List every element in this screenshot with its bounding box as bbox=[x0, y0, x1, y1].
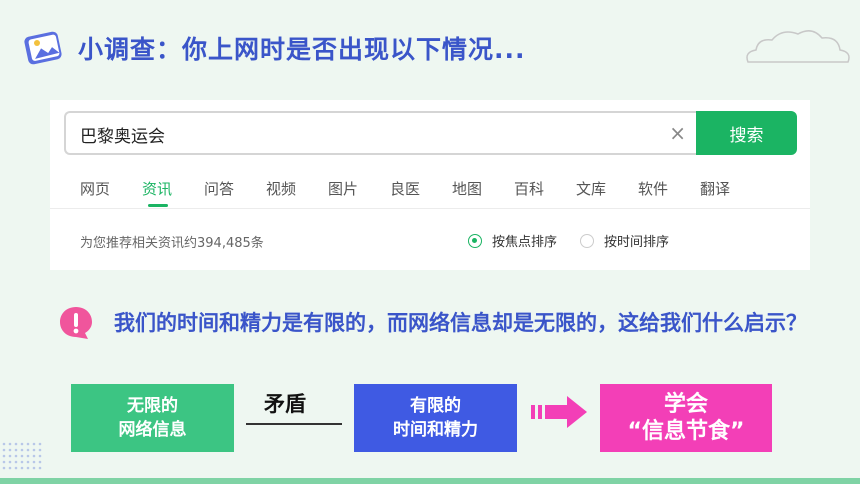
radio-checked-icon[interactable] bbox=[468, 233, 482, 248]
result-count: 为您推荐相关资讯约394,485条 bbox=[80, 236, 264, 251]
tab-video[interactable]: 视频 bbox=[266, 178, 296, 199]
active-tab-indicator bbox=[148, 204, 168, 207]
tab-news[interactable]: 资讯 bbox=[142, 178, 172, 199]
dot-grid-decoration bbox=[2, 442, 42, 470]
exclamation-icon bbox=[60, 307, 92, 339]
tab-library[interactable]: 文库 bbox=[576, 178, 606, 199]
sort-by-focus[interactable]: 按焦点排序 bbox=[468, 231, 557, 250]
learn-line2: “信息节食” bbox=[627, 419, 745, 444]
tab-web[interactable]: 网页 bbox=[80, 178, 110, 199]
sort-time-label: 按时间排序 bbox=[604, 235, 670, 250]
bottom-bar bbox=[0, 478, 860, 484]
unlimited-line2: 网络信息 bbox=[118, 420, 187, 440]
conflict-label: 矛盾 bbox=[264, 392, 306, 416]
search-box: × bbox=[64, 111, 698, 155]
limited-line1: 有限的 bbox=[410, 396, 461, 416]
photo-card-icon bbox=[24, 31, 62, 65]
question-text: 我们的时间和精力是有限的，而网络信息却是无限的，这给我们什么启示？ bbox=[114, 311, 807, 335]
sort-by-time[interactable]: 按时间排序 bbox=[580, 231, 669, 250]
tab-software[interactable]: 软件 bbox=[638, 178, 668, 199]
clear-icon[interactable]: × bbox=[669, 122, 686, 144]
tab-images[interactable]: 图片 bbox=[328, 178, 358, 199]
tab-translate[interactable]: 翻译 bbox=[700, 178, 730, 199]
limited-time-box: 有限的 时间和精力 bbox=[354, 384, 517, 452]
learn-line1: 学会 bbox=[663, 392, 708, 417]
tab-maps[interactable]: 地图 bbox=[452, 178, 482, 199]
search-panel: × 搜索 网页 资讯 问答 视频 图片 良医 地图 百科 文库 软件 翻译 为您… bbox=[50, 100, 810, 270]
unlimited-line1: 无限的 bbox=[127, 396, 178, 416]
tab-qa[interactable]: 问答 bbox=[204, 178, 234, 199]
tabs-divider bbox=[50, 208, 810, 209]
radio-unchecked-icon[interactable] bbox=[580, 233, 594, 248]
tab-encyclopedia[interactable]: 百科 bbox=[514, 178, 544, 199]
cloud-decoration bbox=[746, 30, 850, 63]
conflict-line bbox=[246, 423, 342, 425]
limited-line2: 时间和精力 bbox=[393, 420, 478, 440]
page-title: 小调查：你上网时是否出现以下情况... bbox=[78, 35, 526, 64]
right-arrow-icon bbox=[531, 396, 587, 428]
tab-doctor[interactable]: 良医 bbox=[390, 178, 420, 199]
search-button[interactable]: 搜索 bbox=[696, 111, 797, 155]
sort-focus-label: 按焦点排序 bbox=[492, 235, 558, 250]
search-input[interactable] bbox=[80, 123, 640, 145]
unlimited-info-box: 无限的 网络信息 bbox=[71, 384, 234, 452]
learn-info-diet-box: 学会 “信息节食” bbox=[600, 384, 772, 452]
